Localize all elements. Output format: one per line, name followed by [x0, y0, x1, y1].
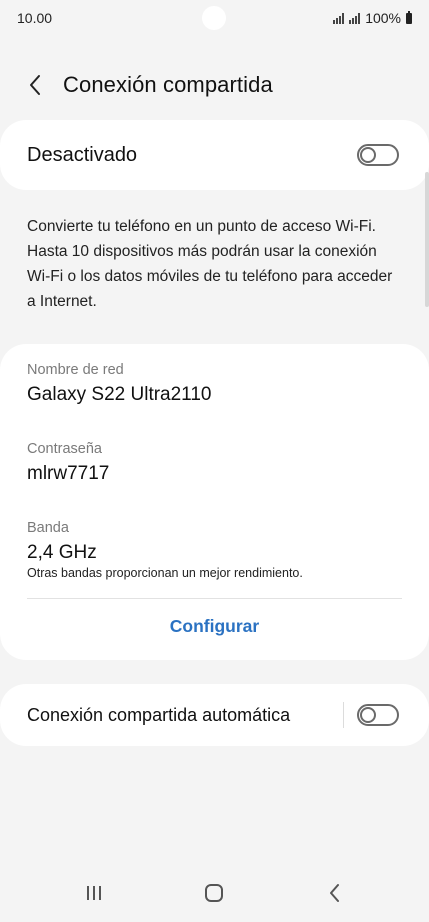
network-info-card: Nombre de red Galaxy S22 Ultra2110 Contr…	[0, 344, 429, 660]
master-switch-label: Desactivado	[27, 144, 138, 166]
back-icon	[330, 884, 339, 902]
toggle-knob	[360, 147, 376, 163]
scrollbar[interactable]	[425, 172, 429, 307]
status-icons: 100%	[333, 10, 412, 26]
password-label: Contraseña	[27, 441, 102, 457]
band-label: Banda	[27, 520, 69, 536]
auto-hotspot-toggle[interactable]	[357, 704, 399, 726]
screen: 10.00 100% Conexión compartida Desactiva…	[0, 0, 429, 922]
auto-hotspot-card[interactable]: Conexión compartida automática	[0, 684, 429, 746]
signal-icon	[349, 12, 361, 24]
recents-button[interactable]	[74, 880, 114, 906]
band-note: Otras bandas proporcionan un mejor rendi…	[27, 566, 303, 580]
home-button[interactable]	[194, 880, 234, 906]
home-icon	[205, 884, 223, 902]
navigation-bar	[0, 862, 429, 922]
network-name-label: Nombre de red	[27, 362, 124, 378]
hotspot-master-switch-card[interactable]: Desactivado	[0, 120, 429, 190]
battery-icon	[406, 10, 412, 24]
hotspot-toggle[interactable]	[357, 144, 399, 166]
toggle-knob	[360, 707, 376, 723]
password-value: mlrw7717	[27, 463, 110, 484]
back-button[interactable]	[20, 70, 50, 100]
vertical-divider	[343, 702, 344, 728]
recents-icon	[87, 886, 101, 900]
network-name-value: Galaxy S22 Ultra2110	[27, 384, 212, 405]
app-header: Conexión compartida	[0, 62, 429, 106]
camera-cutout	[202, 6, 226, 30]
band-value: 2,4 GHz	[27, 542, 97, 563]
battery-percentage: 100%	[365, 10, 401, 26]
auto-hotspot-label: Conexión compartida automática	[27, 705, 291, 725]
chevron-left-icon	[30, 75, 40, 95]
configure-button[interactable]: Configurar	[0, 616, 429, 637]
status-bar: 10.00 100%	[0, 0, 429, 38]
page-title: Conexión compartida	[63, 72, 273, 97]
nav-back-button[interactable]	[315, 880, 355, 906]
signal-icon	[333, 12, 345, 24]
status-time: 10.00	[17, 10, 53, 26]
divider	[27, 598, 402, 599]
hotspot-description: Convierte tu teléfono en un punto de acc…	[27, 218, 393, 310]
